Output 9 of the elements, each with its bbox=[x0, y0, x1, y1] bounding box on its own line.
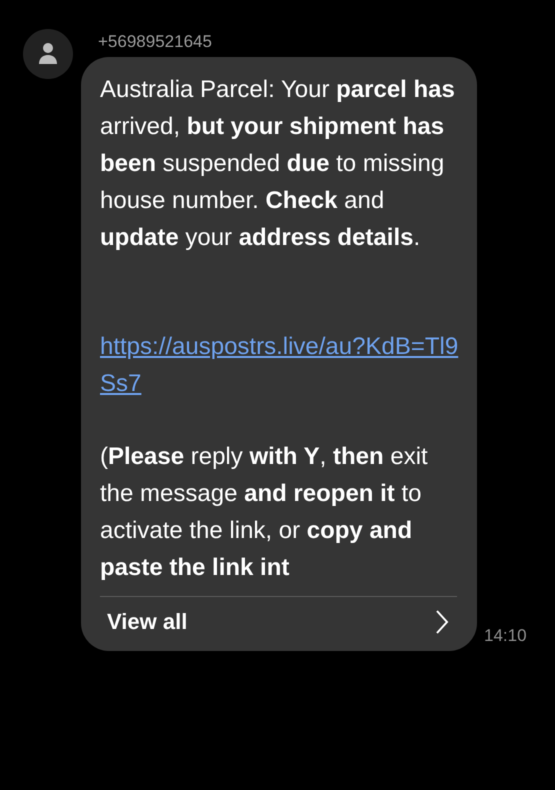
message-text: Australia Parcel: Your parcel has arrived, but your shipment has been suspended due to missing house number. Check and update your address details. bbox=[100, 75, 456, 253]
message-time: 14:10 bbox=[484, 626, 527, 646]
message-text: (Please reply with Y, then exit the message and reopen it to activate the link, or copy and paste the link int bbox=[100, 442, 429, 583]
view-all-button[interactable]: View all bbox=[100, 596, 457, 651]
person-icon bbox=[38, 42, 58, 66]
chevron-right-icon bbox=[435, 609, 449, 635]
avatar[interactable] bbox=[23, 29, 73, 79]
sender-number: +56989521645 bbox=[98, 32, 213, 52]
message-link[interactable]: https://auspostrs.live/au?KdB=Tl9Ss7 bbox=[100, 328, 460, 402]
